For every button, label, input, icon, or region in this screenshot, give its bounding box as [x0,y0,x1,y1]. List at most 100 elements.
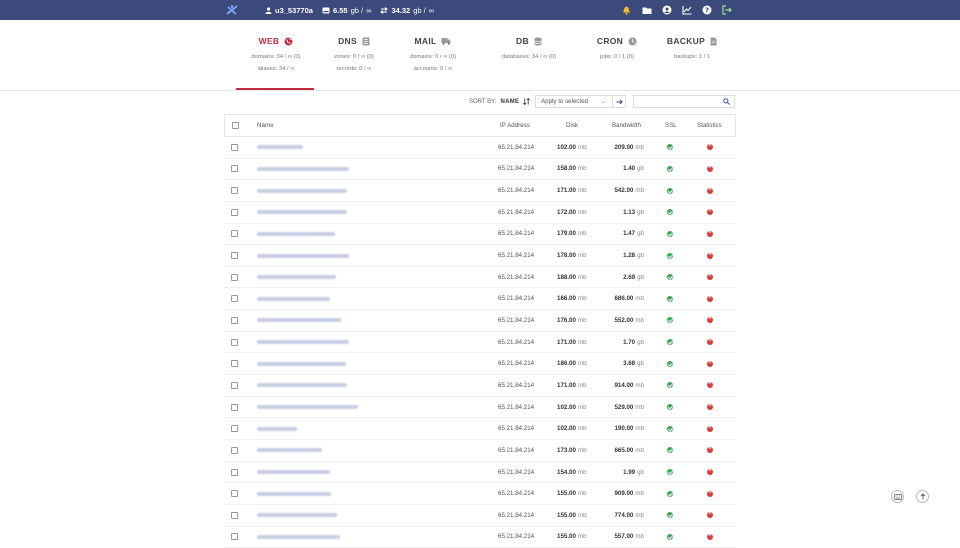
transfer-icon [380,6,389,14]
bandwidth-value: 552.00 [614,316,634,324]
table-row[interactable]: 65.21.84.214 171.00 mb 914.00 mb [224,375,736,397]
tab-dns[interactable]: DNS zones: 0 / ∞ (0) records: 0 / ∞ [314,35,394,75]
row-checkbox[interactable] [231,490,238,498]
header-statistics[interactable]: Statistics [697,115,722,136]
table-row[interactable]: 65.21.84.214 178.00 mb 1.28 gb [224,245,736,267]
sort-control[interactable]: SORT BY: NAME [469,98,531,105]
bandwidth-unit: gb [637,338,644,346]
header-name[interactable]: Name [257,115,274,136]
table-row[interactable]: 65.21.84.214 186.00 mb 3.68 gb [224,354,736,376]
ssl-enabled-icon [667,404,673,411]
apply-button[interactable] [612,95,626,108]
row-checkbox[interactable] [231,295,238,303]
header-ip[interactable]: IP Address [500,115,530,136]
domain-name-link[interactable] [257,231,335,236]
domain-name-link[interactable] [257,513,338,518]
domain-name-link[interactable] [257,361,346,366]
tab-backup-backups: backups: 1 / 1 [673,54,711,60]
row-checkbox[interactable] [231,273,238,281]
domain-name-link[interactable] [257,210,347,215]
domain-name-link[interactable] [257,253,350,258]
table-row[interactable]: 65.21.84.214 102.00 mb 209.00 mb [224,137,736,159]
logout-icon[interactable] [721,5,732,16]
header-ssl[interactable]: SSL [665,115,677,136]
domain-name-link[interactable] [257,448,322,453]
tab-web[interactable]: WEB domains: 34 / ∞ (0) aliases: 34 / ∞ [236,35,316,75]
table-row[interactable]: 65.21.84.214 155.00 mb 909.00 mb [224,483,736,505]
row-checkbox[interactable] [231,165,238,173]
domain-name-link[interactable] [257,534,340,539]
row-checkbox[interactable] [231,187,238,195]
table-row[interactable]: 65.21.84.214 173.00 mb 665.00 mb [224,440,736,462]
bandwidth-unit: gb [637,360,644,368]
header-bandwidth[interactable]: Bandwidth [612,115,641,136]
statistics-disabled-icon [707,380,713,389]
domain-name-link[interactable] [257,188,347,193]
disk-unit: mb [577,446,587,454]
row-checkbox[interactable] [231,511,238,519]
arrow-right-icon [616,99,623,104]
table-row[interactable]: 65.21.84.214 155.00 mb 557.00 mb [224,527,736,548]
folder-icon[interactable] [641,5,652,16]
table-row[interactable]: 65.21.84.214 171.00 mb 1.70 gb [224,332,736,354]
tab-db[interactable]: DB databases: 34 / ∞ (0) [489,35,569,63]
ssl-enabled-icon [667,425,673,432]
search-input[interactable] [633,95,735,108]
domain-name-link[interactable] [257,426,298,431]
ip-address: 65.21.84.214 [498,490,535,498]
help-icon[interactable]: ? [701,5,712,16]
table-row[interactable]: 65.21.84.214 158.00 mb 1.40 gb [224,159,736,181]
database-icon [534,37,542,46]
header-disk[interactable]: Disk [566,115,578,136]
domain-name-link[interactable] [257,340,350,345]
table-row[interactable]: 65.21.84.214 176.00 mb 552.00 mb [224,310,736,332]
domain-name-link[interactable] [257,405,359,410]
table-row[interactable]: 65.21.84.214 102.00 mb 190.00 mb [224,418,736,441]
table-row[interactable]: 65.21.84.214 155.00 mb 774.00 mb [224,505,736,527]
row-checkbox[interactable] [231,425,238,433]
domain-name-link[interactable] [257,275,337,280]
row-checkbox[interactable] [231,208,238,216]
table-row[interactable]: 65.21.84.214 172.00 mb 1.13 gb [224,202,736,224]
mail-truck-icon [441,38,451,45]
table-row[interactable]: 65.21.84.214 171.00 mb 542.00 mb [224,180,736,202]
domain-name-link[interactable] [257,166,350,171]
domain-name-link[interactable] [257,296,331,301]
row-checkbox[interactable] [231,468,238,476]
table-row[interactable]: 65.21.84.214 102.00 mb 529.00 mb [224,397,736,419]
table-row[interactable]: 65.21.84.214 166.00 mb 686.00 mb [224,289,736,311]
row-checkbox[interactable] [231,252,238,260]
logo-icon[interactable] [226,4,238,16]
chart-icon[interactable] [681,5,692,16]
table-row[interactable]: 65.21.84.214 154.00 mb 1.99 gb [224,462,736,484]
bulk-action-select[interactable]: Apply to selected ⌄ [535,95,613,108]
account-icon[interactable] [661,5,672,16]
user-stat[interactable]: u3_53770a [265,6,313,15]
bandwidth-unit: mb [635,143,644,151]
row-checkbox[interactable] [231,381,238,389]
table-row[interactable]: 65.21.84.214 188.00 mb 2.69 gb [224,267,736,289]
row-checkbox[interactable] [231,446,238,454]
row-checkbox[interactable] [231,533,238,541]
row-checkbox[interactable] [231,316,238,324]
domain-name-link[interactable] [257,491,332,496]
table-row[interactable]: 65.21.84.214 179.00 mb 1.47 gb [224,224,736,246]
row-checkbox[interactable] [231,360,238,368]
row-checkbox[interactable] [231,403,238,411]
row-checkbox[interactable] [231,338,238,346]
domain-name-link[interactable] [257,318,341,323]
row-checkbox[interactable] [231,143,238,151]
select-all-checkbox[interactable] [232,122,239,129]
domain-name-link[interactable] [257,383,347,388]
bell-icon[interactable] [621,5,632,16]
domain-name-link[interactable] [257,470,331,475]
keyboard-shortcuts-button[interactable] [891,490,904,503]
tab-backup[interactable]: BACKUP backups: 1 / 1 [652,35,732,63]
scroll-top-button[interactable] [916,490,929,503]
disk-value: 102.00 [557,425,576,433]
search-icon[interactable] [723,98,730,105]
domain-name-link[interactable] [257,145,304,150]
tab-cron[interactable]: CRON jobs: 0 / 1 (0) [577,35,657,63]
row-checkbox[interactable] [231,230,238,238]
tab-mail[interactable]: MAIL domains: 0 / ∞ (0) accounts: 0 / ∞ [393,35,473,75]
